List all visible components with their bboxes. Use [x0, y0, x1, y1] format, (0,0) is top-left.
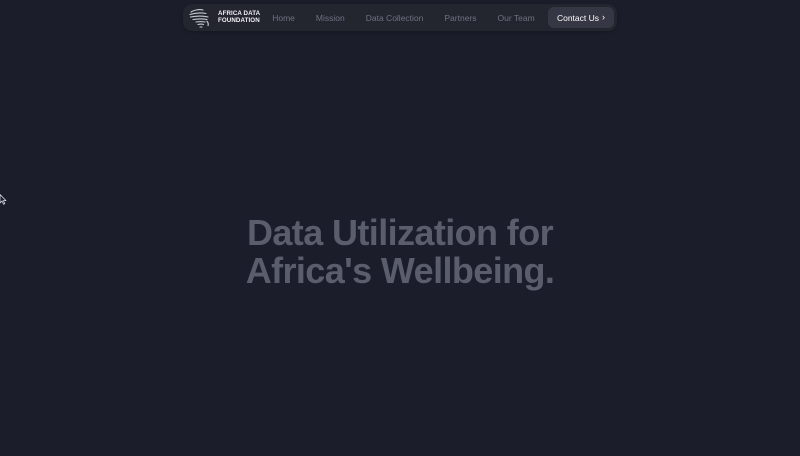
- nav-link-home[interactable]: Home: [272, 13, 295, 23]
- brand-name: AFRICA DATA FOUNDATION: [218, 10, 260, 24]
- brand-name-line2: FOUNDATION: [218, 16, 260, 24]
- brand-logo[interactable]: AFRICA DATA FOUNDATION: [187, 4, 260, 31]
- nav-link-mission[interactable]: Mission: [316, 13, 345, 23]
- africa-globe-icon: [189, 8, 209, 28]
- contact-us-label: Contact Us: [556, 12, 600, 23]
- nav-link-partners[interactable]: Partners: [444, 13, 476, 23]
- nav-link-our-team[interactable]: Our Team: [498, 13, 535, 23]
- page: AFRICA DATA FOUNDATION Home Mission Data…: [0, 0, 800, 456]
- hero-headline-line2: Africa's Wellbeing.: [245, 250, 555, 291]
- mouse-cursor-icon: [0, 194, 7, 205]
- chevron-right-icon: ›: [602, 11, 606, 22]
- nav-links: Home Mission Data Collection Partners Ou…: [272, 4, 534, 31]
- top-navbar: AFRICA DATA FOUNDATION Home Mission Data…: [183, 4, 617, 31]
- nav-link-data-collection[interactable]: Data Collection: [366, 13, 424, 23]
- hero-headline: Data Utilization for Africa's Wellbeing.: [0, 214, 800, 290]
- contact-us-button[interactable]: Contact Us ›: [548, 7, 614, 28]
- hero-headline-line1: Data Utilization for: [246, 212, 554, 253]
